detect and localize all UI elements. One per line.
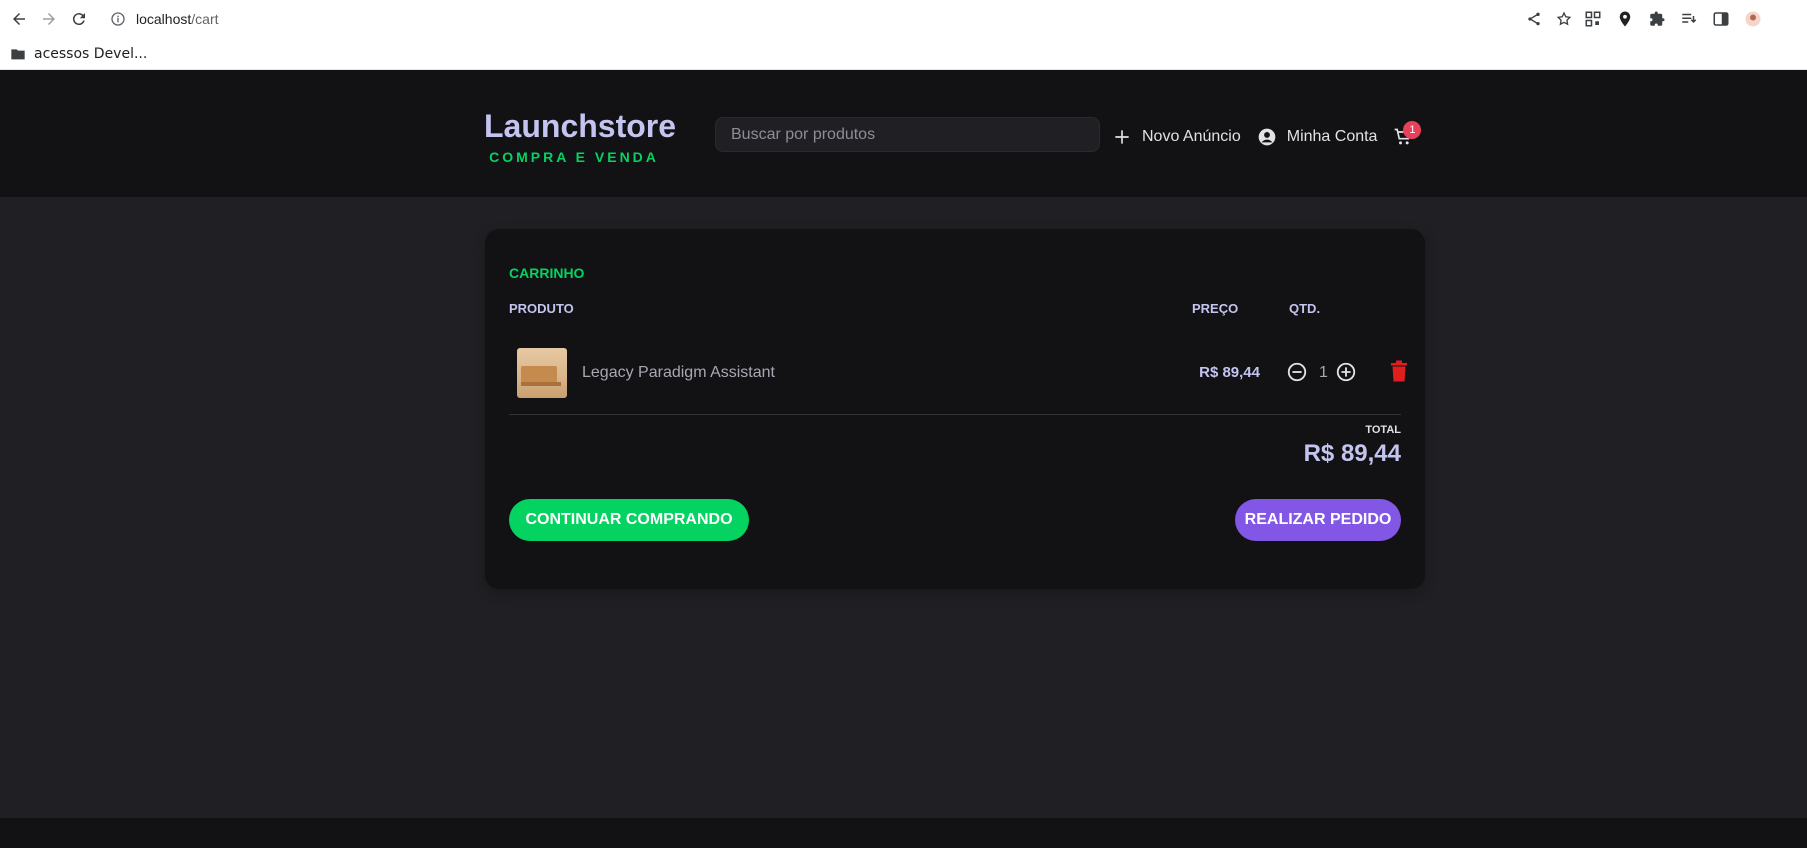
divider	[509, 414, 1401, 415]
my-account-link[interactable]: Minha Conta	[1257, 127, 1378, 147]
folder-icon	[11, 48, 25, 59]
product-thumbnail[interactable]	[517, 348, 567, 398]
site-header: Launchstore COMPRA E VENDA Novo Anúncio …	[0, 70, 1807, 197]
new-ad-link[interactable]: Novo Anúncio	[1112, 127, 1241, 147]
column-header-product: PRODUTO	[509, 301, 574, 316]
place-order-button[interactable]: REALIZAR PEDIDO	[1235, 499, 1401, 541]
bookmarks-bar: acessos Devel...	[0, 38, 1807, 70]
cart-title: CARRINHO	[509, 265, 585, 281]
bookmark-folder[interactable]: acessos Devel...	[34, 46, 147, 62]
cart-card: CARRINHO PRODUTO PREÇO QTD. Legacy Parad…	[485, 229, 1425, 589]
url-host: localhost	[136, 11, 192, 27]
total-value: R$ 89,44	[1303, 440, 1401, 467]
cart-link[interactable]: 1	[1393, 121, 1422, 147]
reading-list-icon[interactable]	[1680, 10, 1698, 28]
url-path: /cart	[191, 11, 219, 27]
address-bar[interactable]: localhost/cart	[104, 5, 1584, 33]
logo-title: Launchstore	[484, 108, 677, 144]
product-price: R$ 89,44	[1199, 364, 1260, 381]
column-header-price: PREÇO	[1192, 301, 1239, 316]
user-circle-icon	[1258, 128, 1276, 146]
cart-item-row: Legacy Paradigm Assistant R$ 89,44 1	[509, 344, 1407, 400]
side-panel-icon[interactable]	[1712, 10, 1730, 28]
minus-circle-icon[interactable]	[1286, 361, 1308, 383]
plus-circle-icon[interactable]	[1335, 361, 1357, 383]
plus-icon	[1115, 130, 1129, 144]
header-nav: Novo Anúncio Minha Conta 1	[1112, 121, 1422, 153]
share-icon[interactable]	[1526, 11, 1542, 27]
site-footer	[0, 818, 1807, 848]
star-icon[interactable]	[1556, 11, 1572, 27]
extension-icons	[1584, 10, 1762, 28]
continue-shopping-button[interactable]: CONTINUAR COMPRANDO	[509, 499, 749, 541]
profile-avatar-icon[interactable]	[1744, 10, 1762, 28]
cart-count-badge: 1	[1403, 121, 1422, 139]
info-icon[interactable]	[110, 11, 126, 27]
puzzle-icon[interactable]	[1648, 10, 1666, 28]
trash-icon[interactable]	[1390, 360, 1408, 382]
qr-code-icon[interactable]	[1584, 10, 1602, 28]
forward-icon[interactable]	[38, 8, 60, 30]
product-name[interactable]: Legacy Paradigm Assistant	[582, 364, 775, 382]
column-header-qty: QTD.	[1289, 301, 1321, 316]
location-pin-icon[interactable]	[1616, 10, 1634, 28]
new-ad-label: Novo Anúncio	[1142, 128, 1241, 145]
my-account-label: Minha Conta	[1286, 128, 1378, 145]
logo-subtitle: COMPRA E VENDA	[489, 149, 659, 165]
browser-toolbar: localhost/cart	[0, 0, 1807, 38]
reload-icon[interactable]	[68, 8, 90, 30]
search-input[interactable]	[715, 117, 1100, 152]
back-icon[interactable]	[8, 8, 30, 30]
logo[interactable]: Launchstore COMPRA E VENDA	[484, 108, 677, 165]
quantity-value: 1	[1319, 364, 1328, 381]
total-label: TOTAL	[1365, 424, 1401, 436]
